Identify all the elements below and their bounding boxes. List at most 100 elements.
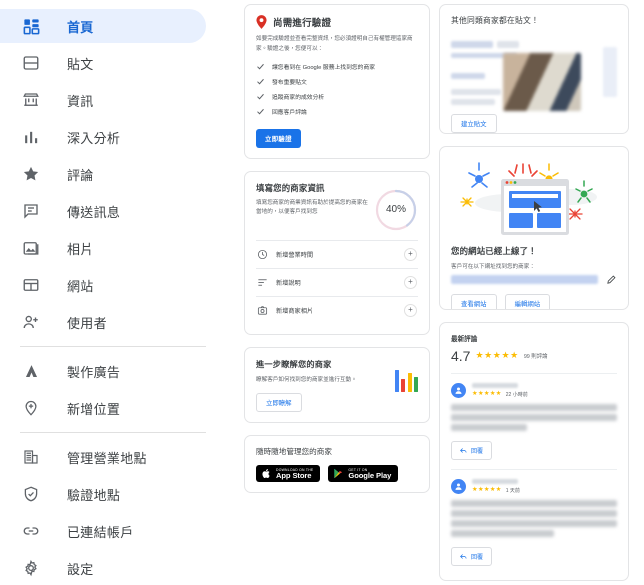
- posts-card: 其他同類商家都在貼文！ 建立貼文: [439, 4, 629, 134]
- reply-button[interactable]: 回覆: [451, 546, 493, 566]
- avatar: [451, 382, 466, 398]
- task-label: 新增商家相片: [276, 307, 314, 315]
- website-illustration: [451, 159, 617, 241]
- verification-card: 尚需進行驗證 如要完成驗證並查看完整資訊，您必須證明自己有權管理這家商家。驗證之…: [244, 4, 430, 159]
- sidebar-item-label: 評論: [67, 167, 94, 183]
- task-label: 新增營業時間: [276, 251, 314, 259]
- sidebar-item-photos[interactable]: 相片: [0, 231, 206, 265]
- reply-label: 回覆: [471, 448, 484, 455]
- google-ads-icon: [20, 360, 42, 382]
- add-photo-button[interactable]: +: [404, 303, 417, 317]
- website-url-blurred: [451, 274, 598, 284]
- sidebar-item-label: 傳送訊息: [67, 204, 121, 220]
- dashboard-icon: [20, 15, 42, 37]
- sidebar-item-verify-location[interactable]: 驗證地點: [0, 477, 206, 511]
- profile-completion-subtitle: 填寫您商家的商業資訊有助於提高您的商家在當地的，以便客戶找到您: [256, 199, 368, 216]
- reply-label: 回覆: [471, 554, 484, 561]
- sidebar-item-create-ad[interactable]: 製作廣告: [0, 354, 206, 388]
- reply-button[interactable]: 回覆: [451, 440, 493, 460]
- list-item[interactable]: 新增商家相片 +: [256, 295, 418, 324]
- sidebar-item-label: 驗證地點: [67, 487, 121, 503]
- sidebar-item-label: 深入分析: [67, 130, 121, 146]
- blurred-text: [451, 99, 495, 105]
- learn-more-button[interactable]: 立即瞭解: [256, 392, 302, 412]
- check-icon: [257, 63, 264, 70]
- star-icon: [20, 163, 42, 185]
- add-location-icon: [20, 397, 42, 419]
- list-item[interactable]: 新增營業時間 +: [256, 239, 418, 268]
- sidebar-item-manage-locations[interactable]: 管理營業地點: [0, 440, 206, 474]
- sidebar-item-label: 資訊: [67, 93, 94, 109]
- google-play-badge[interactable]: GET IT ON Google Play: [328, 464, 399, 483]
- edit-website-button[interactable]: 編輯網站: [504, 293, 551, 309]
- description-icon: [258, 278, 267, 286]
- profile-task-list: 新增營業時間 + 新增說明 + 新增商家相片 +: [256, 239, 418, 324]
- blurred-text: [451, 73, 485, 79]
- add-description-button[interactable]: +: [404, 275, 417, 289]
- app-store-badge[interactable]: Download on the App Store: [256, 464, 321, 483]
- benefit-label: 回應客戶評論: [272, 109, 307, 116]
- website-title: 您的網站已經上線了！: [451, 245, 537, 256]
- view-website-button[interactable]: 查看網站: [451, 293, 497, 309]
- blurred-text: [451, 89, 501, 95]
- badge-big-text: Google Play: [348, 470, 392, 480]
- insights-row: 進一步瞭解您的商家 瞭解客戶如何找到您的商家並進行互動。 立即瞭解: [256, 358, 418, 412]
- business-icon: [20, 446, 42, 468]
- pencil-icon[interactable]: [606, 274, 617, 285]
- create-post-button[interactable]: 建立貼文: [451, 114, 497, 133]
- sidebar-item-label: 相片: [67, 241, 94, 257]
- completion-progress-ring: 40%: [374, 188, 418, 232]
- list-item[interactable]: 新增說明 +: [256, 267, 418, 296]
- profile-completion-title: 填寫您的商家資訊: [256, 182, 325, 193]
- sidebar-divider-2: [20, 432, 206, 433]
- average-rating: 4.7: [451, 347, 471, 364]
- check-icon: [257, 78, 264, 85]
- badge-text: Download on the App Store: [276, 468, 313, 480]
- reply-icon: [460, 448, 467, 453]
- website-card: 您的網站已經上線了！ 客戶可在以下網址找到您的商家： 查看網站 編輯網站: [439, 145, 629, 310]
- insights-card: 進一步瞭解您的商家 瞭解客戶如何找到您的商家並進行互動。 立即瞭解: [244, 346, 430, 423]
- sidebar-item-label: 網站: [67, 278, 94, 294]
- verification-title: 尚需進行驗證: [273, 18, 332, 29]
- chart-bar: [401, 378, 405, 392]
- task-label: 新增說明: [276, 279, 301, 287]
- review-item: ★★★★★ 22 小時前 回覆: [451, 372, 617, 460]
- store-icon: [20, 89, 42, 111]
- badge-big-text: App Store: [276, 470, 312, 480]
- review-subline: ★★★★★ 1 天前: [472, 487, 617, 494]
- main-content: 尚需進行驗證 如要完成驗證並查看完整資訊，您必須證明自己有權管理這家商家。驗證之…: [222, 0, 644, 585]
- message-icon: [20, 200, 42, 222]
- verify-now-button[interactable]: 立即驗證: [256, 128, 301, 148]
- verification-header: 尚需進行驗證: [256, 15, 418, 29]
- clock-icon: [257, 249, 268, 259]
- sidebar-item-linked-accounts[interactable]: 已連結帳戶: [0, 514, 206, 548]
- review-text-blurred: [451, 403, 617, 431]
- column-middle: 尚需進行驗證 如要完成驗證並查看完整資訊，您必須證明自己有權管理這家商家。驗證之…: [244, 4, 430, 581]
- sidebar-item-settings[interactable]: 設定: [0, 551, 206, 585]
- sidebar-item-label: 首頁: [67, 19, 94, 35]
- sidebar: 首頁 貼文 資訊 深入分析 評論 傳送訊息 相片 網站 使用者 製作廣告 新增位…: [0, 0, 222, 585]
- reply-icon: [460, 554, 467, 559]
- review-count: 99 則評論: [523, 353, 548, 360]
- review-meta: ★★★★★ 22 小時前: [472, 382, 617, 398]
- star-rating-icon: ★★★★★: [472, 486, 502, 494]
- add-hours-button[interactable]: +: [404, 247, 417, 261]
- mobile-app-card: 隨時隨地管理您的商家 Download on the App Store GET…: [244, 434, 430, 494]
- sidebar-item-insights[interactable]: 深入分析: [0, 120, 206, 154]
- reviewer-name-blurred: [472, 478, 518, 484]
- chart-bar: [414, 376, 418, 392]
- photo-icon: [20, 237, 42, 259]
- sidebar-item-messaging[interactable]: 傳送訊息: [0, 194, 206, 228]
- blurred-photo: [503, 53, 581, 111]
- sidebar-item-users[interactable]: 使用者: [0, 305, 206, 339]
- sidebar-item-reviews[interactable]: 評論: [0, 157, 206, 191]
- sidebar-item-info[interactable]: 資訊: [0, 83, 206, 117]
- sidebar-item-home[interactable]: 首頁: [0, 9, 206, 43]
- apple-icon: [262, 469, 270, 479]
- store-badges: Download on the App Store GET IT ON Goog…: [256, 464, 418, 483]
- review-time: 1 天前: [505, 487, 520, 494]
- sidebar-item-add-location[interactable]: 新增位置: [0, 391, 206, 425]
- sidebar-item-website[interactable]: 網站: [0, 268, 206, 302]
- mobile-app-title: 隨時隨地管理您的商家: [256, 446, 332, 456]
- sidebar-item-posts[interactable]: 貼文: [0, 46, 206, 80]
